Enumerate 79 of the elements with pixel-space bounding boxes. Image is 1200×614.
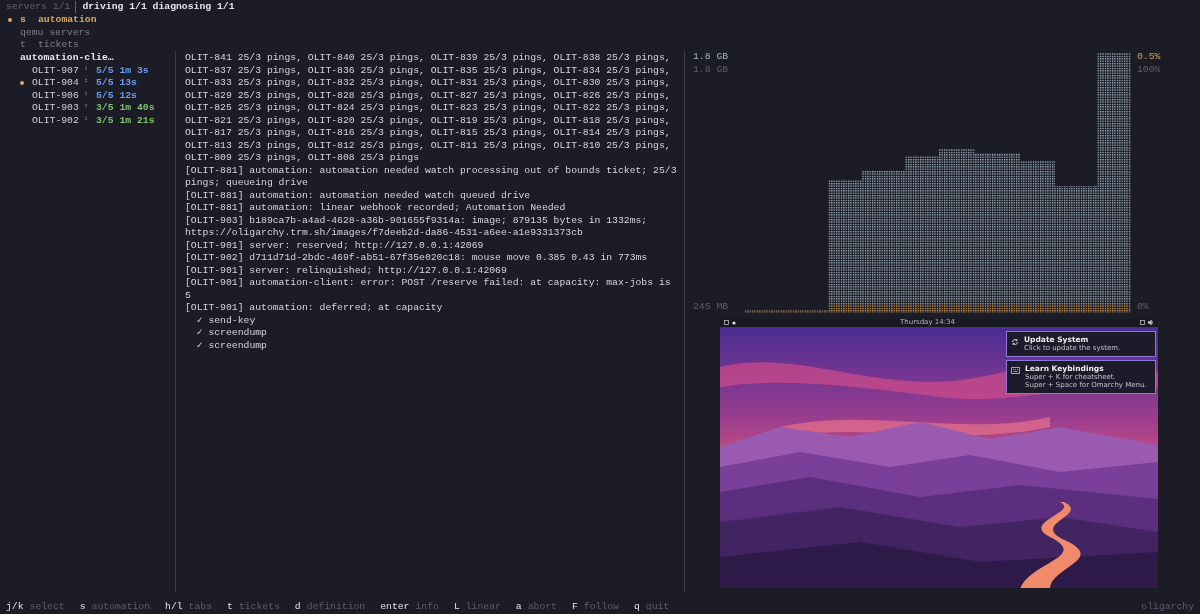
spinner-glyph: ⠘ (82, 77, 89, 89)
spinner-glyph: ⠘ (82, 102, 89, 114)
key-hint: q (633, 600, 640, 614)
axis-label: 245 MB (693, 300, 730, 313)
log-line: OLIT-841 25/3 pings, OLIT-840 25/3 pings, OLIT-839 25/3 pings, OLIT-838 25/3 pings, (185, 52, 671, 65)
axis-label: 0.5% (1137, 51, 1162, 64)
log-line: OLIT-817 25/3 pings, OLIT-816 25/3 pings, OLIT-815 25/3 pings, OLIT-814 25/3 pings, (185, 127, 671, 140)
app-name: oligarchy (1141, 600, 1194, 614)
key-action: info (415, 600, 439, 614)
job-id[interactable]: OLIT-904 (32, 77, 82, 90)
log-line: [OLIT-901] server: relinquished; http://127.0.0.1:42069 (185, 264, 507, 277)
log-line: [OLIT-901] server: reserved; http://127.0.0.1:42069 (185, 239, 484, 252)
section-title: automation-clie… (20, 52, 114, 65)
app-icon[interactable] (724, 320, 729, 325)
keyboard-icon (1011, 366, 1020, 374)
speaker-icon[interactable] (1148, 320, 1154, 325)
nav-item[interactable]: tickets (38, 39, 79, 52)
job-status: 5/5 12s (96, 89, 137, 102)
key-hint: t (227, 600, 233, 614)
log-line: [OLIT-881] automation: automation needed watch queued drive (185, 189, 531, 202)
spinner-glyph: ⠘ (82, 114, 89, 127)
log-line: ✓ screendump (195, 327, 267, 340)
job-status: 3/5 1m 40s (96, 102, 155, 115)
log-line: ✓ screendump (195, 339, 267, 352)
key-hint: j/k (6, 600, 24, 614)
tab[interactable]: driving 1/1 diagnosing 1/1 (76, 0, 240, 14)
log-line: OLIT-825 25/3 pings, OLIT-824 25/3 pings, OLIT-823 25/3 pings, OLIT-822 25/3 pings, (185, 102, 671, 115)
job-status: 5/5 1m 3s (96, 64, 149, 77)
tray-icon[interactable] (1140, 320, 1145, 325)
key-action: tickets (238, 600, 280, 614)
spinner-glyph: ⠘ (82, 64, 89, 77)
key-hint: a (515, 600, 522, 614)
log-line: OLIT-829 25/3 pings, OLIT-828 25/3 pings, OLIT-827 25/3 pings, OLIT-826 25/3 pings, (185, 89, 671, 102)
log-line: pings; queueing drive (185, 177, 308, 190)
job-id[interactable]: OLIT-903 (32, 102, 82, 115)
log-line: https://oligarchy.trm.sh/images/f7deeb2d-da86-4531-a6ee-a1e9331373cb (185, 227, 583, 240)
job-id[interactable]: OLIT-902 (32, 114, 82, 127)
log-line: [OLIT-881] automation: automation needed watch processing out of bounds ticket; 25/3 (185, 164, 677, 177)
job-id[interactable]: OLIT-906 (32, 89, 82, 102)
key-hint: s (20, 14, 27, 27)
key-hint: enter (380, 600, 410, 614)
key-hint: F (572, 600, 578, 614)
refresh-icon (1011, 338, 1019, 346)
key-hint: h/l (165, 600, 183, 614)
spinner-glyph: ⠘ (82, 89, 89, 102)
axis-label: 1.8 GB (693, 51, 730, 64)
log-line: 5 (185, 289, 191, 302)
key-action: tabs (188, 600, 212, 614)
job-id[interactable]: OLIT-907 (32, 64, 82, 77)
workspace-icon[interactable] (732, 320, 736, 325)
key-hint: d (294, 600, 301, 614)
log-line: [OLIT-881] automation: linear webhook recorded; Automation Needed (185, 202, 566, 215)
key-action: automation (91, 600, 151, 614)
log-line: OLIT-809 25/3 pings, OLIT-808 25/3 pings (185, 152, 420, 165)
job-status: 5/5 13s (96, 77, 137, 90)
axis-label: 1.8 GB (693, 63, 730, 76)
axis-label: 0% (1137, 300, 1150, 313)
key-hint: L (453, 600, 460, 614)
log-line: [OLIT-903] b189ca7b-a4ad-4628-a36b-901655f9314a: image; 879135 bytes in 1332ms; (185, 214, 648, 227)
key-hint: s (79, 600, 86, 614)
key-action: select (29, 600, 65, 614)
nav-item[interactable]: qemu servers (20, 26, 91, 39)
log-line: OLIT-813 25/3 pings, OLIT-812 25/3 pings, OLIT-811 25/3 pings, OLIT-810 25/3 pings, (185, 139, 671, 152)
key-action: abort (527, 600, 557, 614)
log-line: OLIT-837 25/3 pings, OLIT-836 25/3 pings, OLIT-835 25/3 pings, OLIT-834 25/3 pings, (185, 64, 671, 77)
key-hint: t (20, 39, 27, 52)
log-line: [OLIT-901] automation: deferred; at capacity (185, 302, 443, 315)
key-action: linear (465, 600, 501, 614)
log-line: ✓ send-key (195, 314, 256, 327)
job-status: 3/5 1m 21s (96, 114, 155, 127)
axis-label: 100% (1137, 63, 1162, 76)
key-action: definition (306, 600, 366, 614)
log-line: OLIT-821 25/3 pings, OLIT-820 25/3 pings, OLIT-819 25/3 pings, OLIT-818 25/3 pings, (185, 114, 671, 127)
log-line: [OLIT-901] automation-client: error: POST /reserve failed: at capacity: max-jobs is (185, 277, 671, 290)
log-line: OLIT-833 25/3 pings, OLIT-832 25/3 pings, OLIT-831 25/3 pings, OLIT-830 25/3 pings, (185, 77, 671, 90)
log-line: [OLIT-902] d711d71d-2bdc-469f-ab51-67f35e020c18: mouse move 0.385 0.43 in 773ms (185, 252, 648, 265)
key-action: quit (645, 600, 670, 614)
nav-item[interactable]: automation (38, 14, 97, 27)
key-action: follow (583, 600, 619, 614)
